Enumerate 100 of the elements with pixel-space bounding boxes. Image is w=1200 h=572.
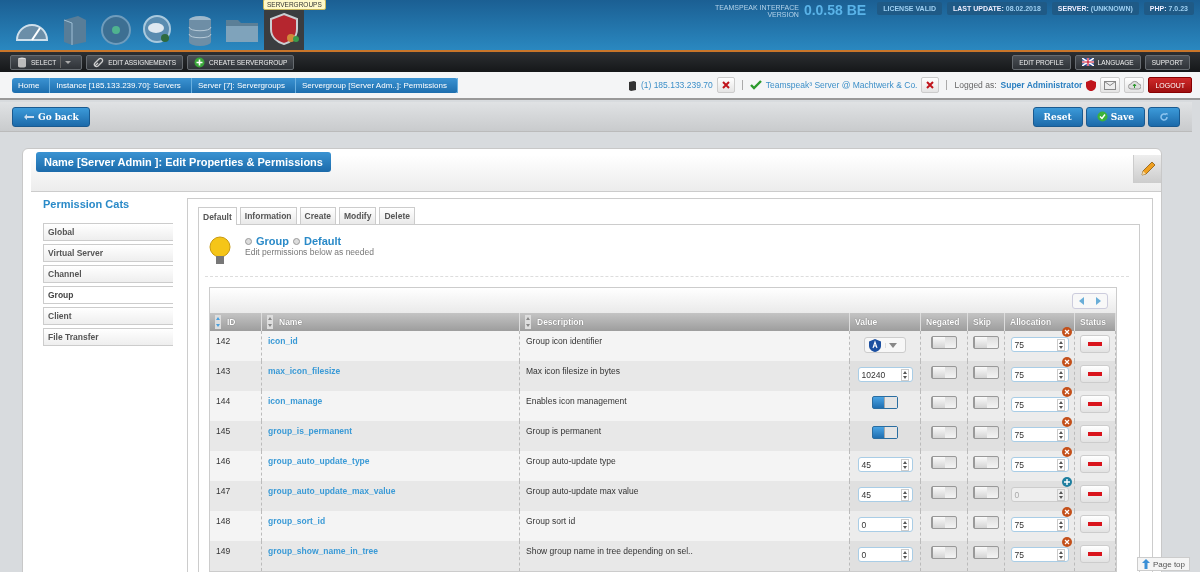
remove-button[interactable] (1080, 545, 1110, 563)
arrow-up-icon (1141, 559, 1150, 569)
spinner-icon[interactable] (900, 488, 909, 501)
close-button[interactable] (921, 77, 940, 93)
add-icon[interactable] (1062, 477, 1072, 487)
pager-control[interactable] (1072, 292, 1108, 309)
edit-button[interactable] (1133, 155, 1161, 183)
spinner-icon[interactable] (1056, 338, 1065, 351)
remove-icon[interactable] (1062, 417, 1072, 427)
remove-icon[interactable] (1062, 447, 1072, 457)
toggle-switch[interactable] (973, 366, 999, 379)
go-back-button[interactable]: Go back (12, 106, 90, 127)
spinner-icon[interactable] (1056, 398, 1065, 411)
description-cell: Group auto-update type (526, 456, 616, 466)
refresh-button[interactable] (1148, 106, 1180, 127)
spinner-icon[interactable] (900, 518, 909, 531)
toggle-switch[interactable] (973, 396, 999, 409)
minus-icon (1088, 372, 1102, 376)
number-field[interactable]: 0 (857, 547, 913, 562)
section-label: Default (304, 235, 342, 247)
category-item[interactable]: Channel (43, 265, 173, 283)
page-top-button[interactable]: Page top (1136, 557, 1190, 571)
category-item[interactable]: Group (43, 286, 173, 304)
cloud-upload-icon (1127, 80, 1141, 90)
remove-icon[interactable] (1062, 507, 1072, 517)
close-button[interactable] (716, 77, 735, 93)
tab[interactable]: Information (239, 207, 297, 224)
logged-as-label: Logged as: (954, 80, 997, 90)
description-cell: Group is permanent (526, 426, 602, 436)
tab[interactable]: Modify (339, 207, 377, 224)
number-field[interactable]: 75 (1010, 517, 1069, 532)
toggle-switch[interactable] (973, 336, 999, 349)
version-number: 0.0.58 BE (803, 2, 867, 18)
spinner-icon[interactable] (900, 368, 909, 381)
toggle-switch[interactable] (973, 486, 999, 499)
remove-button[interactable] (1080, 335, 1110, 353)
toggle-switch[interactable] (931, 486, 957, 499)
save-button[interactable]: Save (1085, 106, 1145, 127)
toggle-switch[interactable] (931, 396, 957, 409)
check-icon (749, 80, 762, 90)
toggle-switch[interactable] (973, 426, 999, 439)
remove-button[interactable] (1080, 365, 1110, 383)
breadcrumb-link[interactable]: Instance [185.133.239.70]: Servers (50, 77, 192, 93)
remove-icon[interactable] (1062, 327, 1072, 337)
toggle-switch[interactable] (931, 456, 957, 469)
remove-button[interactable] (1080, 485, 1110, 503)
breadcrumb-link[interactable]: Home (12, 77, 51, 93)
toggle-switch[interactable] (973, 546, 999, 559)
mail-button[interactable] (1100, 77, 1121, 93)
spinner-icon[interactable] (1056, 368, 1065, 381)
toggle-switch[interactable] (973, 516, 999, 529)
number-field[interactable]: 75 (1010, 427, 1069, 442)
tab[interactable]: Default (198, 207, 237, 225)
user-link[interactable]: Super Administrator (1000, 80, 1083, 90)
toggle-switch[interactable] (872, 396, 898, 409)
tab[interactable]: Create (299, 207, 337, 224)
toggle-switch[interactable] (931, 516, 957, 529)
number-field[interactable]: 45 (857, 487, 913, 502)
reset-button[interactable]: Reset (1032, 106, 1083, 127)
spinner-icon[interactable] (1056, 518, 1065, 531)
breadcrumb-link[interactable]: Servergroup [Server Adm..]: Permissions (296, 77, 458, 93)
nav-button[interactable] (264, 8, 304, 50)
number-field[interactable]: 75 (1010, 457, 1069, 472)
panel-title: Name [Server Admin ]: Edit Properties & Permissions (36, 152, 331, 172)
toggle-switch[interactable] (931, 426, 957, 439)
remove-icon[interactable] (1062, 387, 1072, 397)
spinner-icon[interactable] (1056, 548, 1065, 561)
tab[interactable]: Delete (379, 207, 415, 224)
number-field[interactable]: 75 (1010, 337, 1069, 352)
id-cell: 142 (216, 336, 231, 346)
category-item[interactable]: Virtual Server (43, 244, 173, 262)
remove-button[interactable] (1080, 395, 1110, 413)
category-item[interactable]: File Transfer (43, 328, 173, 346)
number-field[interactable]: 75 (1010, 547, 1069, 562)
remove-button[interactable] (1080, 515, 1110, 533)
number-field[interactable]: 75 (1010, 367, 1069, 382)
cloud-button[interactable] (1124, 77, 1145, 93)
breadcrumb-link[interactable]: Server [7]: Servergroups (191, 77, 297, 93)
remove-icon[interactable] (1062, 537, 1072, 547)
number-field[interactable]: 45 (857, 457, 913, 472)
spinner-icon[interactable] (1056, 428, 1065, 441)
category-item[interactable]: Client (43, 307, 173, 325)
toggle-switch[interactable] (973, 456, 999, 469)
toggle-switch[interactable] (872, 426, 898, 439)
number-field[interactable]: 0 (857, 517, 913, 532)
toggle-switch[interactable] (931, 546, 957, 559)
bullet-icon (245, 237, 252, 245)
spinner-icon[interactable] (900, 458, 909, 471)
database-icon (17, 56, 27, 68)
toggle-switch[interactable] (931, 336, 957, 349)
number-field[interactable]: 75 (1010, 397, 1069, 412)
remove-icon[interactable] (1062, 357, 1072, 367)
remove-button[interactable] (1080, 425, 1110, 443)
spinner-icon[interactable] (1056, 458, 1065, 471)
spinner-icon[interactable] (900, 548, 909, 561)
category-item[interactable]: Global (43, 223, 173, 241)
number-field[interactable]: 10240 (857, 367, 913, 382)
toggle-switch[interactable] (931, 366, 957, 379)
remove-button[interactable] (1080, 455, 1110, 473)
icon-dropdown[interactable] (864, 337, 906, 353)
